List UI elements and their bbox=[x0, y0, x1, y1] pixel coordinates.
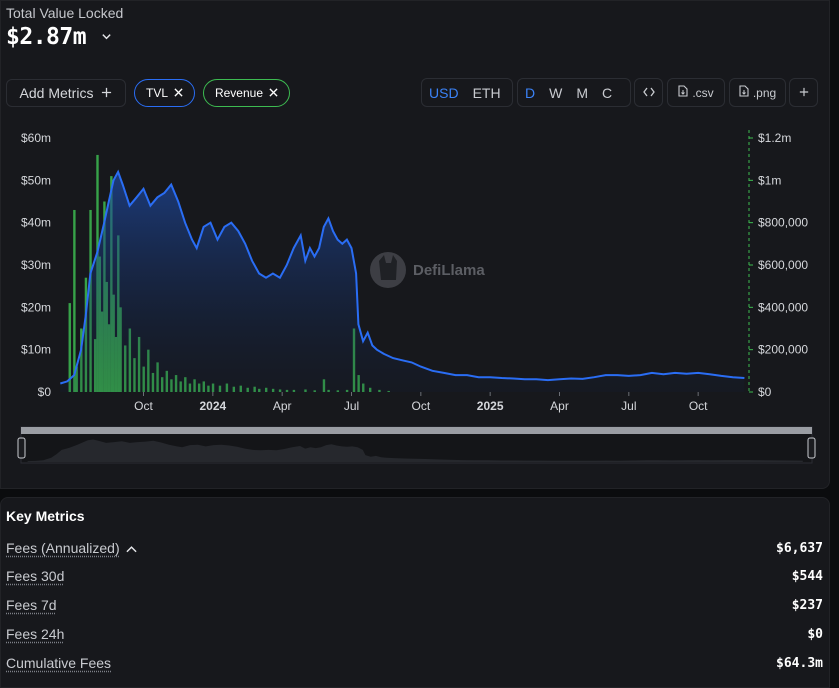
csv-label: .csv bbox=[692, 85, 714, 100]
download-csv-button[interactable]: .csv bbox=[667, 78, 725, 107]
period-toggle: D W M C bbox=[517, 78, 631, 107]
period-daily[interactable]: D bbox=[518, 85, 542, 101]
metric-pill-label: TVL bbox=[145, 86, 168, 100]
add-metrics-label: Add Metrics bbox=[19, 85, 94, 101]
png-label: .png bbox=[752, 85, 777, 100]
left-axis-tick: $30m bbox=[21, 258, 51, 272]
add-chart-button[interactable] bbox=[789, 78, 818, 107]
metric-label: Fees (Annualized) bbox=[6, 540, 137, 556]
metric-value: $0 bbox=[807, 626, 823, 642]
currency-eth[interactable]: ETH bbox=[466, 85, 508, 101]
range-slider[interactable] bbox=[17, 426, 816, 464]
revenue-bar bbox=[73, 209, 76, 392]
left-axis-tick: $0 bbox=[38, 385, 52, 399]
metric-value: $64.3m bbox=[776, 655, 823, 671]
metric-label: Fees 24h bbox=[6, 626, 65, 642]
right-axis-tick: $400,000 bbox=[758, 300, 808, 314]
file-download-icon bbox=[678, 85, 688, 100]
metric-label: Fees 30d bbox=[6, 568, 65, 584]
x-axis-tick: Oct bbox=[689, 399, 708, 413]
left-axis: $0 $10m $20m $30m $40m $50m $60m bbox=[21, 131, 51, 399]
watermark-text: DefiLlama bbox=[413, 262, 485, 279]
slider-handle-left[interactable] bbox=[17, 437, 26, 459]
close-icon[interactable] bbox=[269, 86, 278, 100]
metric-value: $237 bbox=[791, 597, 823, 613]
left-axis-tick: $20m bbox=[21, 300, 51, 314]
tvl-area bbox=[60, 171, 745, 392]
plus-icon bbox=[799, 86, 809, 100]
period-weekly[interactable]: W bbox=[542, 85, 569, 101]
left-axis-tick: $40m bbox=[21, 216, 51, 230]
x-axis: Oct 2024 Apr Jul Oct 2025 Apr Jul Oct bbox=[134, 392, 708, 413]
left-axis-tick: $50m bbox=[21, 173, 51, 187]
left-axis-tick: $60m bbox=[21, 131, 51, 145]
x-axis-tick: Apr bbox=[273, 399, 292, 413]
left-axis-tick: $10m bbox=[21, 343, 51, 357]
embed-button[interactable] bbox=[634, 78, 663, 107]
currency-toggle: USD ETH bbox=[421, 78, 513, 107]
defillama-logo bbox=[370, 252, 406, 288]
metric-pill-revenue[interactable]: Revenue bbox=[203, 79, 290, 107]
tvl-label: Total Value Locked bbox=[6, 5, 124, 21]
right-axis: $0 $200,000 $400,000 $600,000 $800,000 $1m $1.… bbox=[749, 131, 808, 399]
currency-usd[interactable]: USD bbox=[422, 85, 466, 101]
metric-label: Fees 7d bbox=[6, 597, 57, 613]
metric-row-fees-7d[interactable]: Fees 7d $237 bbox=[6, 595, 823, 615]
x-axis-tick: 2024 bbox=[199, 399, 226, 413]
x-axis-tick: Jul bbox=[344, 399, 359, 413]
metric-row-cumulative-fees[interactable]: Cumulative Fees $64.3m bbox=[6, 653, 823, 673]
metric-value: $6,637 bbox=[776, 540, 823, 556]
x-axis-tick: Oct bbox=[134, 399, 153, 413]
x-axis-tick: Jul bbox=[621, 399, 636, 413]
slider-handle-right[interactable] bbox=[807, 437, 816, 459]
code-icon bbox=[642, 86, 655, 100]
file-download-icon bbox=[739, 85, 749, 100]
metric-row-fees-annualized[interactable]: Fees (Annualized) $6,637 bbox=[6, 538, 823, 558]
right-axis-tick: $800,000 bbox=[758, 216, 808, 230]
metric-row-fees-24h[interactable]: Fees 24h $0 bbox=[6, 624, 823, 644]
chevron-down-icon[interactable] bbox=[101, 30, 112, 45]
right-axis-tick: $200,000 bbox=[758, 343, 808, 357]
key-metrics-title: Key Metrics bbox=[6, 508, 85, 524]
metric-row-fees-30d[interactable]: Fees 30d $544 bbox=[6, 566, 823, 586]
period-cumulative[interactable]: C bbox=[595, 85, 619, 101]
plus-icon bbox=[101, 85, 112, 101]
right-axis-tick: $0 bbox=[758, 385, 772, 399]
period-monthly[interactable]: M bbox=[569, 85, 595, 101]
x-axis-tick: 2025 bbox=[477, 399, 504, 413]
tvl-revenue-chart[interactable]: $0 $10m $20m $30m $40m $50m $60m $0 $200,000 $40… bbox=[0, 120, 830, 470]
add-metrics-button[interactable]: Add Metrics bbox=[6, 79, 126, 107]
chevron-up-icon[interactable] bbox=[126, 544, 137, 556]
metric-pill-label: Revenue bbox=[214, 86, 264, 100]
x-axis-tick: Apr bbox=[550, 399, 569, 413]
metric-value: $544 bbox=[791, 568, 823, 584]
metric-label-text: Fees (Annualized) bbox=[6, 540, 120, 556]
metric-pill-tvl[interactable]: TVL bbox=[134, 79, 195, 107]
download-png-button[interactable]: .png bbox=[729, 78, 786, 107]
close-icon[interactable] bbox=[174, 86, 183, 100]
right-axis-tick: $1m bbox=[758, 173, 781, 187]
right-axis-tick: $600,000 bbox=[758, 258, 808, 272]
right-axis-tick: $1.2m bbox=[758, 131, 791, 145]
x-axis-tick: Oct bbox=[411, 399, 430, 413]
tvl-value: $2.87m bbox=[6, 24, 87, 50]
metric-label: Cumulative Fees bbox=[6, 655, 112, 671]
